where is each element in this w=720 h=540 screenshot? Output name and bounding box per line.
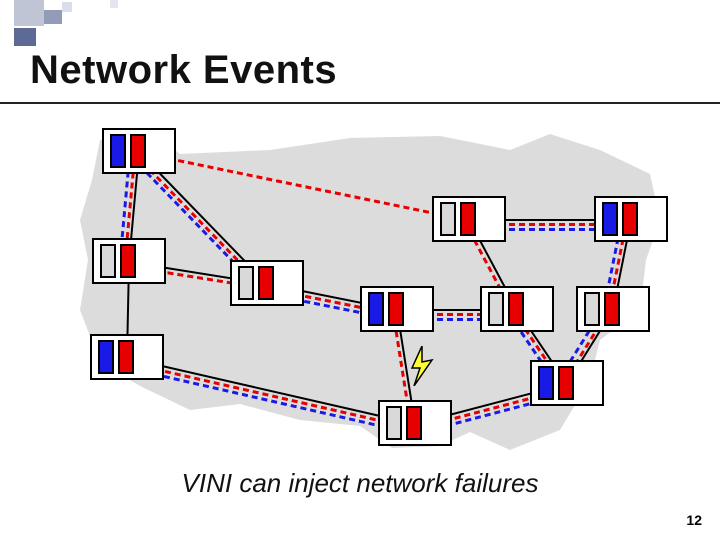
node-ny [594, 196, 668, 242]
corner-decoration [0, 0, 120, 50]
page-number: 12 [686, 512, 702, 528]
node-bar [368, 292, 384, 326]
node-bar [440, 202, 456, 236]
caption-text: VINI can inject network failures [0, 468, 720, 499]
node-kansas [360, 286, 434, 332]
node-bar [460, 202, 476, 236]
node-bar [602, 202, 618, 236]
node-bar [110, 134, 126, 168]
node-bar [488, 292, 504, 326]
node-bar [538, 366, 554, 400]
node-bar [388, 292, 404, 326]
node-dc [576, 286, 650, 332]
node-bar [238, 266, 254, 300]
node-sf [92, 238, 166, 284]
node-bar [118, 340, 134, 374]
node-chicago [432, 196, 506, 242]
node-bar [386, 406, 402, 440]
node-bar [130, 134, 146, 168]
node-bar [584, 292, 600, 326]
title-divider [0, 102, 720, 104]
page-title: Network Events [30, 48, 337, 93]
node-bar [120, 244, 136, 278]
node-houston [378, 400, 452, 446]
node-bar [558, 366, 574, 400]
node-bar [406, 406, 422, 440]
node-seattle [102, 128, 176, 174]
node-denver [230, 260, 304, 306]
node-bar [100, 244, 116, 278]
node-atlanta [530, 360, 604, 406]
lightning-bolt-icon [408, 346, 434, 386]
node-bar [258, 266, 274, 300]
node-indy [480, 286, 554, 332]
node-bar [622, 202, 638, 236]
node-bar [98, 340, 114, 374]
diagram-stage [40, 110, 680, 470]
node-bar [508, 292, 524, 326]
node-bar [604, 292, 620, 326]
node-la [90, 334, 164, 380]
